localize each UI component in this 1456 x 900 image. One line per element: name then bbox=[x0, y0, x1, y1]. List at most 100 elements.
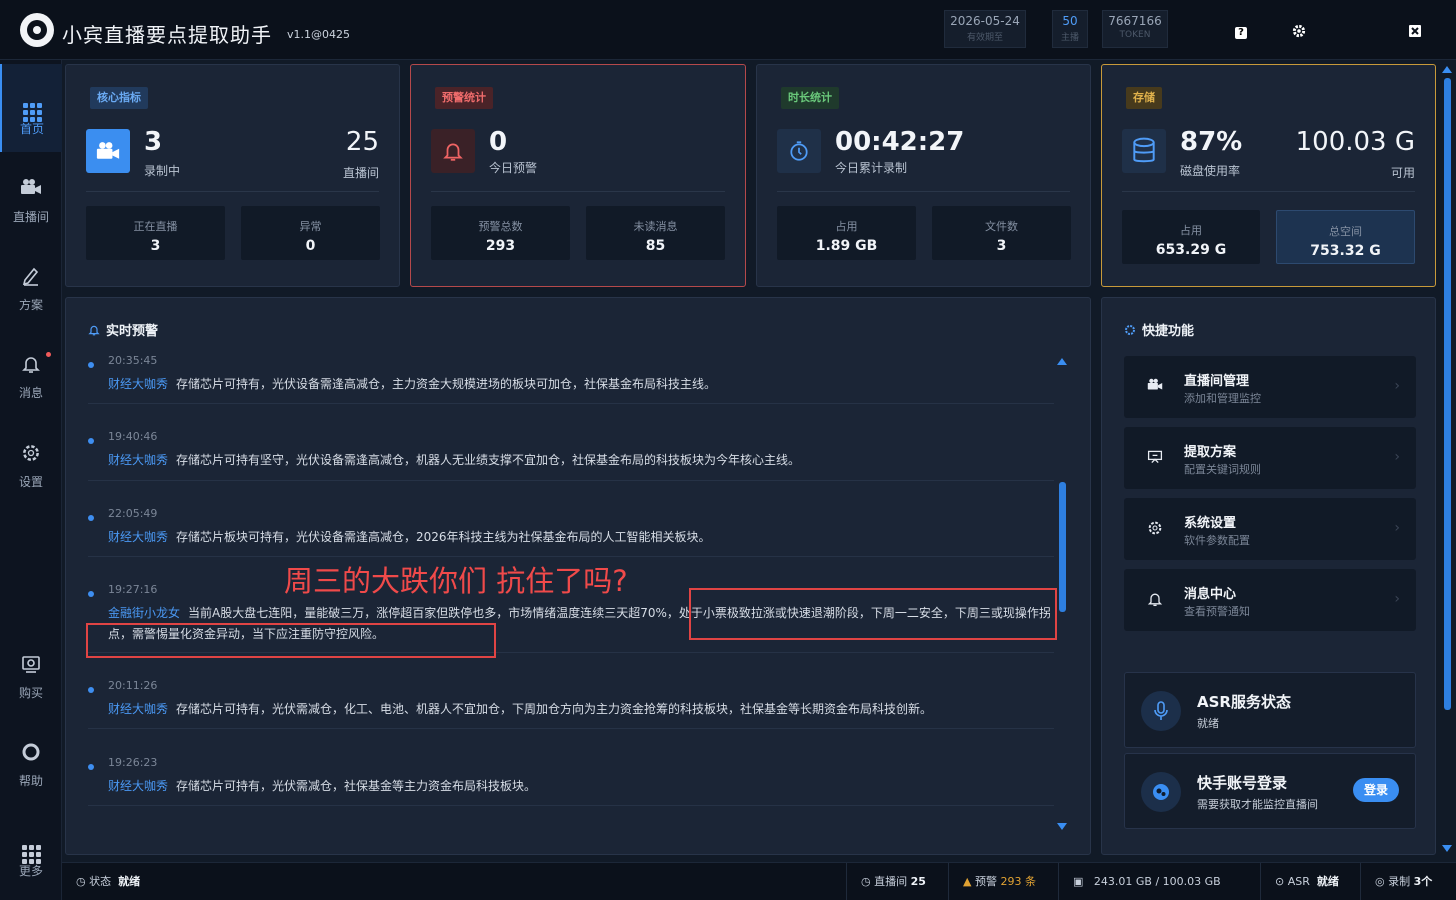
hosts-box: 50 主播 bbox=[1052, 10, 1088, 48]
alert-item[interactable]: 20:11:26 财经大咖秀 存储芯片可持有，光伏需减仓，化工、电池、机器人不宜加… bbox=[88, 679, 1054, 729]
stat-value: 1.89 GB bbox=[815, 238, 878, 254]
divider bbox=[431, 191, 725, 192]
kuaishou-title: 快手账号登录 bbox=[1197, 774, 1288, 792]
annotation-box-right bbox=[689, 588, 1057, 640]
alert-body: 财经大咖秀 存储芯片可持有，光伏设备需逢高减仓，主力资金大规模进场的板块可加仓，社… bbox=[108, 374, 1052, 395]
quick-item-rooms[interactable]: 直播间管理 添加和管理监控 › bbox=[1124, 356, 1416, 418]
more-grid-icon bbox=[20, 832, 42, 864]
status-icon: ◷ bbox=[76, 875, 86, 888]
room-status-icon: ◷ bbox=[861, 875, 871, 888]
stat-label: 异常 bbox=[299, 220, 322, 233]
database-icon bbox=[1122, 129, 1166, 173]
total-alerts-stat: 预警总数 293 bbox=[431, 206, 570, 260]
sidebar-item-rooms[interactable]: 直播间 bbox=[0, 152, 62, 240]
alert-source[interactable]: 财经大咖秀 bbox=[108, 377, 168, 391]
quick-item-title: 系统设置 bbox=[1184, 516, 1237, 531]
alert-source[interactable]: 财经大咖秀 bbox=[108, 453, 168, 467]
board-icon bbox=[1146, 449, 1164, 467]
quick-item-desc: 添加和管理监控 bbox=[1184, 392, 1261, 405]
sidebar-item-help[interactable]: 帮助 bbox=[0, 716, 62, 804]
bell-icon bbox=[88, 325, 100, 336]
asr-status-icon: ⊙ bbox=[1275, 875, 1285, 888]
alert-item[interactable]: 22:05:49 财经大咖秀 存储芯片板块可持有，光伏设备需逢高减仓，2026年科… bbox=[88, 507, 1054, 557]
recording-label: 录制中 bbox=[144, 164, 181, 178]
quick-item-plans[interactable]: 提取方案 配置关键词规则 › bbox=[1124, 427, 1416, 489]
settings-button[interactable] bbox=[1286, 18, 1312, 44]
app-window: 小宾直播要点提取助手 v1.1@0425 2026-05-24 有效期至 50 … bbox=[0, 0, 1456, 900]
alert-time: 19:27:16 bbox=[108, 583, 158, 596]
panel-title: 快捷功能 bbox=[1124, 320, 1194, 339]
alert-body: 财经大咖秀 存储芯片可持有，光伏需减仓，化工、电池、机器人不宜加仓，下周加仓方向为… bbox=[108, 699, 1052, 720]
status-recording: ◎ 录制 3个 bbox=[1360, 863, 1456, 900]
alert-source[interactable]: 财经大咖秀 bbox=[108, 702, 168, 716]
quick-functions-panel: 快捷功能 直播间管理 添加和管理监控 › 提取方案 配置关键词规则 › 系统设置… bbox=[1101, 297, 1436, 855]
bullet bbox=[88, 515, 94, 521]
file-count-stat: 文件数 3 bbox=[932, 206, 1071, 260]
sidebar-item-label: 购买 bbox=[18, 686, 43, 700]
help-button[interactable]: ? bbox=[1228, 18, 1254, 44]
alert-item[interactable]: 19:26:23 财经大咖秀 存储芯片可持有，光伏需减仓，社保基金等主力资金布局科… bbox=[88, 756, 1054, 806]
sidebar-item-home[interactable]: 首页 bbox=[0, 64, 62, 152]
sidebar-item-messages[interactable]: 消息 bbox=[0, 328, 62, 416]
alert-item[interactable]: 20:35:45 财经大咖秀 存储芯片可持有，光伏设备需逢高减仓，主力资金大规模进… bbox=[88, 354, 1054, 404]
alert-time: 20:11:26 bbox=[108, 679, 158, 692]
quick-item-settings[interactable]: 系统设置 软件参数配置 › bbox=[1124, 498, 1416, 560]
alert-item[interactable]: 19:40:46 财经大咖秀 存储芯片可持有坚守，光伏设备需逢高减仓，机器人无业绩… bbox=[88, 430, 1054, 481]
quick-item-desc: 配置关键词规则 bbox=[1184, 463, 1261, 476]
scroll-down-arrow-icon[interactable] bbox=[1057, 823, 1067, 830]
realtime-alerts-panel: 实时预警 20:35:45 财经大咖秀 存储芯片可持有，光伏设备需逢高减仓，主力资… bbox=[65, 297, 1091, 855]
stat-label: 未读消息 bbox=[633, 220, 678, 233]
alert-source[interactable]: 财经大咖秀 bbox=[108, 779, 168, 793]
rec-label: 录制 bbox=[1388, 875, 1411, 888]
stat-label: 总空间 bbox=[1329, 225, 1362, 238]
gear-icon bbox=[1146, 520, 1164, 538]
sidebar-item-label: 更多 bbox=[18, 864, 43, 878]
rooms-label: 直播间 bbox=[874, 875, 908, 888]
core-metrics-card: 核心指标 3 录制中 25 直播间 正在直播 3 异常 0 bbox=[65, 64, 400, 287]
sidebar-item-buy[interactable]: 购买 bbox=[0, 628, 62, 716]
available-label: 可用 bbox=[1390, 166, 1415, 180]
scroll-up-arrow-icon[interactable] bbox=[1057, 358, 1067, 365]
login-button[interactable]: 登录 bbox=[1353, 778, 1399, 802]
expiry-label: 有效期至 bbox=[966, 33, 1003, 43]
asr-status: 就绪 bbox=[1197, 717, 1219, 730]
alert-source[interactable]: 财经大咖秀 bbox=[108, 530, 168, 544]
page-scroll-thumb[interactable] bbox=[1444, 78, 1451, 710]
bullet bbox=[88, 764, 94, 770]
alerts-scroll-thumb[interactable] bbox=[1059, 482, 1066, 612]
stat-label: 占用 bbox=[1180, 224, 1202, 237]
sidebar-item-plans[interactable]: 方案 bbox=[0, 240, 62, 328]
gear-icon bbox=[1292, 24, 1306, 38]
used-space-stat: 占用 653.29 G bbox=[1122, 210, 1260, 264]
alert-source[interactable]: 金融街小龙女 bbox=[108, 606, 180, 620]
sidebar-item-settings[interactable]: 设置 bbox=[0, 417, 62, 505]
panel-title-text: 快捷功能 bbox=[1142, 324, 1195, 339]
sidebar-item-more[interactable]: 更多 bbox=[0, 806, 62, 894]
grid-icon bbox=[21, 90, 43, 122]
page-scroll-down-icon[interactable] bbox=[1442, 845, 1452, 852]
recording-count: 3 bbox=[144, 127, 163, 157]
quick-item-messages[interactable]: 消息中心 查看预警通知 › bbox=[1124, 569, 1416, 631]
sidebar-item-label: 直播间 bbox=[12, 210, 49, 224]
kuaishou-desc: 需要获取才能监控直播间 bbox=[1197, 798, 1318, 811]
close-button[interactable] bbox=[1402, 18, 1428, 44]
chevron-right-icon: › bbox=[1394, 520, 1400, 536]
hosts-value: 50 bbox=[1062, 14, 1078, 28]
stat-value: 85 bbox=[645, 238, 666, 254]
annotation-text: 周三的大跌你们 抗住了吗? bbox=[284, 564, 628, 598]
sidebar-item-label: 方案 bbox=[18, 298, 43, 312]
status-asr: ⊙ ASR 就绪 bbox=[1260, 863, 1360, 900]
quick-item-desc: 查看预警通知 bbox=[1184, 605, 1250, 618]
card-tag: 存储 bbox=[1126, 87, 1162, 109]
chevron-right-icon: › bbox=[1394, 449, 1400, 465]
token-value: 7667166 bbox=[1108, 14, 1162, 28]
stopwatch-icon bbox=[777, 129, 821, 173]
stat-label: 占用 bbox=[835, 220, 858, 233]
bell-icon bbox=[431, 129, 475, 173]
quick-item-title: 消息中心 bbox=[1184, 587, 1237, 602]
stat-value: 0 bbox=[305, 238, 316, 254]
rooms-value: 25 bbox=[910, 875, 926, 888]
page-scroll-up-icon[interactable] bbox=[1442, 66, 1452, 73]
quick-item-title: 提取方案 bbox=[1184, 445, 1237, 460]
alert-text: 存储芯片可持有，光伏需减仓，社保基金等主力资金布局科技板块。 bbox=[176, 779, 537, 793]
